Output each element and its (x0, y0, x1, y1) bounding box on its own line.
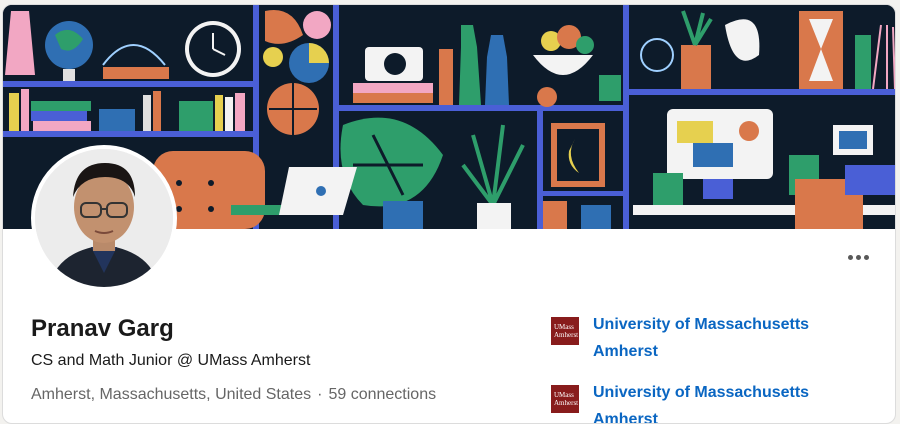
education-item[interactable]: UMass Amherst University of Massachusett… (551, 379, 851, 423)
umass-logo-icon: UMass Amherst (551, 385, 579, 413)
profile-name: Pranav Garg (31, 315, 174, 342)
profile-photo[interactable] (31, 145, 177, 291)
education-school-name[interactable]: University of Massachusetts Amherst (593, 311, 851, 365)
more-horizontal-icon-dot (855, 254, 861, 260)
profile-meta: Amherst, Massachusetts, United States · 59… (31, 386, 436, 404)
more-horizontal-icon-dot (863, 254, 869, 260)
profile-card: Pranav Garg CS and Math Junior @ UMass A… (2, 4, 896, 424)
profile-headline: CS and Math Junior @ UMass Amherst (31, 352, 311, 369)
avatar-image (35, 149, 173, 287)
education-school-name[interactable]: University of Massachusetts Amherst (593, 379, 851, 423)
umass-logo-icon: UMass Amherst (551, 317, 579, 345)
meta-separator: · (317, 386, 323, 403)
education-item[interactable]: UMass Amherst University of Massachusett… (551, 311, 851, 365)
profile-location: Amherst, Massachusetts, United States (31, 386, 312, 403)
connections-link[interactable]: 59 connections (328, 386, 436, 403)
more-horizontal-icon-dot (847, 254, 853, 260)
more-actions-button[interactable] (841, 245, 875, 269)
